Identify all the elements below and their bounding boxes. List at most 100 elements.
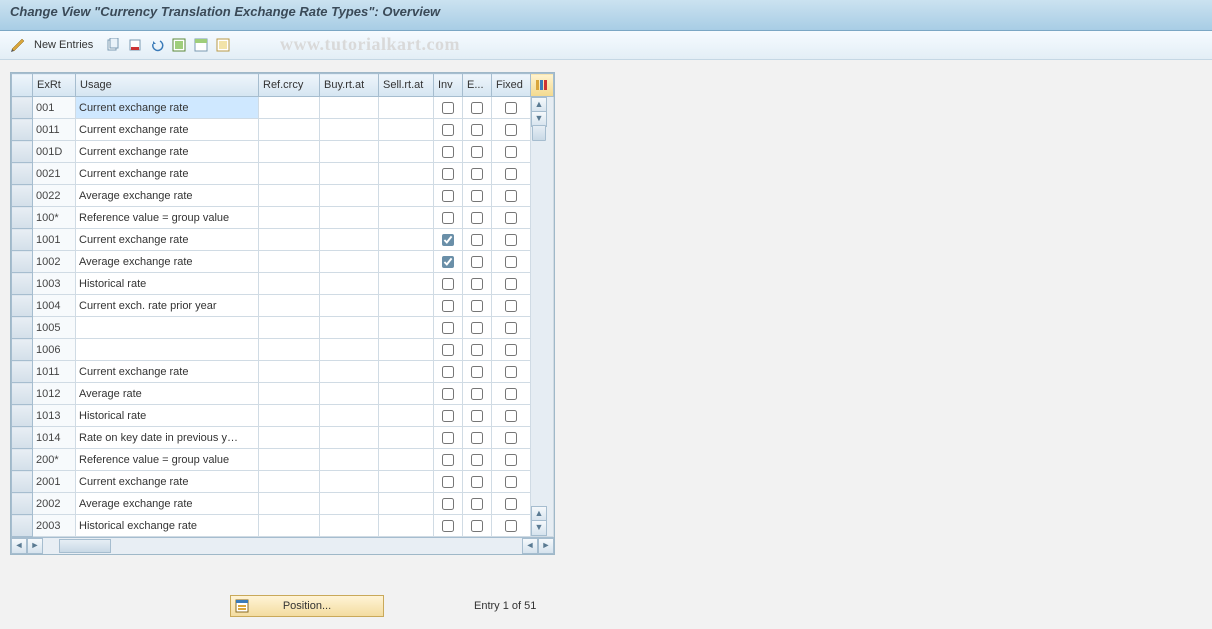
col-header-inv[interactable]: Inv bbox=[434, 74, 463, 97]
cell-exrt[interactable]: 0022 bbox=[33, 185, 76, 207]
table-row[interactable]: 1011Current exchange rate bbox=[12, 361, 554, 383]
checkbox-e[interactable] bbox=[471, 388, 483, 400]
cell-usage[interactable]: Average exchange rate bbox=[76, 251, 259, 273]
checkbox-e[interactable] bbox=[471, 168, 483, 180]
row-selector[interactable] bbox=[12, 97, 33, 119]
cell-refcrcy[interactable] bbox=[259, 383, 320, 405]
vscroll-thumb[interactable] bbox=[532, 125, 546, 141]
table-row[interactable]: 1012Average rate bbox=[12, 383, 554, 405]
cell-exrt[interactable]: 1012 bbox=[33, 383, 76, 405]
checkbox-inv[interactable] bbox=[442, 410, 454, 422]
table-row[interactable]: 1005 bbox=[12, 317, 554, 339]
cell-sell[interactable] bbox=[379, 493, 434, 515]
col-header-refcrcy[interactable]: Ref.crcy bbox=[259, 74, 320, 97]
checkbox-e[interactable] bbox=[471, 278, 483, 290]
table-row[interactable]: 001Current exchange rate▲▼▲▼ bbox=[12, 97, 554, 119]
checkbox-e[interactable] bbox=[471, 322, 483, 334]
row-selector[interactable] bbox=[12, 273, 33, 295]
row-selector[interactable] bbox=[12, 471, 33, 493]
checkbox-inv[interactable] bbox=[442, 344, 454, 356]
cell-sell[interactable] bbox=[379, 229, 434, 251]
checkbox-fixed[interactable] bbox=[505, 520, 517, 532]
checkbox-fixed[interactable] bbox=[505, 190, 517, 202]
cell-refcrcy[interactable] bbox=[259, 229, 320, 251]
checkbox-inv[interactable] bbox=[442, 432, 454, 444]
cell-sell[interactable] bbox=[379, 251, 434, 273]
cell-buy[interactable] bbox=[320, 97, 379, 119]
checkbox-fixed[interactable] bbox=[505, 146, 517, 158]
cell-buy[interactable] bbox=[320, 449, 379, 471]
checkbox-fixed[interactable] bbox=[505, 124, 517, 136]
row-selector[interactable] bbox=[12, 251, 33, 273]
checkbox-inv[interactable] bbox=[442, 212, 454, 224]
table-row[interactable]: 1002Average exchange rate bbox=[12, 251, 554, 273]
checkbox-e[interactable] bbox=[471, 410, 483, 422]
checkbox-inv[interactable] bbox=[442, 278, 454, 290]
cell-buy[interactable] bbox=[320, 361, 379, 383]
checkbox-inv[interactable] bbox=[442, 476, 454, 488]
cell-sell[interactable] bbox=[379, 163, 434, 185]
cell-refcrcy[interactable] bbox=[259, 427, 320, 449]
cell-sell[interactable] bbox=[379, 273, 434, 295]
cell-buy[interactable] bbox=[320, 141, 379, 163]
cell-sell[interactable] bbox=[379, 97, 434, 119]
cell-sell[interactable] bbox=[379, 339, 434, 361]
checkbox-inv[interactable] bbox=[442, 190, 454, 202]
cell-exrt[interactable]: 1001 bbox=[33, 229, 76, 251]
table-row[interactable]: 1014Rate on key date in previous y… bbox=[12, 427, 554, 449]
toggle-display-change-icon[interactable] bbox=[8, 35, 28, 55]
cell-exrt[interactable]: 1011 bbox=[33, 361, 76, 383]
cell-refcrcy[interactable] bbox=[259, 317, 320, 339]
row-selector[interactable] bbox=[12, 405, 33, 427]
checkbox-inv[interactable] bbox=[442, 498, 454, 510]
cell-refcrcy[interactable] bbox=[259, 493, 320, 515]
row-selector[interactable] bbox=[12, 493, 33, 515]
cell-exrt[interactable]: 100* bbox=[33, 207, 76, 229]
hscroll-left2-icon[interactable]: ◄ bbox=[522, 538, 538, 554]
cell-usage[interactable]: Historical rate bbox=[76, 405, 259, 427]
cell-exrt[interactable]: 2002 bbox=[33, 493, 76, 515]
cell-usage[interactable]: Current exchange rate bbox=[76, 471, 259, 493]
cell-refcrcy[interactable] bbox=[259, 185, 320, 207]
row-selector[interactable] bbox=[12, 295, 33, 317]
cell-refcrcy[interactable] bbox=[259, 97, 320, 119]
checkbox-e[interactable] bbox=[471, 476, 483, 488]
position-button[interactable]: Position... bbox=[230, 595, 384, 617]
cell-usage[interactable]: Current exchange rate bbox=[76, 141, 259, 163]
table-row[interactable]: 0021Current exchange rate bbox=[12, 163, 554, 185]
checkbox-inv[interactable] bbox=[442, 322, 454, 334]
checkbox-e[interactable] bbox=[471, 124, 483, 136]
cell-sell[interactable] bbox=[379, 405, 434, 427]
row-selector[interactable] bbox=[12, 141, 33, 163]
checkbox-fixed[interactable] bbox=[505, 256, 517, 268]
cell-refcrcy[interactable] bbox=[259, 273, 320, 295]
cell-sell[interactable] bbox=[379, 185, 434, 207]
row-selector[interactable] bbox=[12, 383, 33, 405]
row-selector[interactable] bbox=[12, 207, 33, 229]
table-row[interactable]: 1006 bbox=[12, 339, 554, 361]
col-header-exrt[interactable]: ExRt bbox=[33, 74, 76, 97]
cell-refcrcy[interactable] bbox=[259, 295, 320, 317]
checkbox-e[interactable] bbox=[471, 498, 483, 510]
checkbox-inv[interactable] bbox=[442, 300, 454, 312]
table-row[interactable]: 0011Current exchange rate bbox=[12, 119, 554, 141]
checkbox-fixed[interactable] bbox=[505, 212, 517, 224]
checkbox-fixed[interactable] bbox=[505, 454, 517, 466]
cell-refcrcy[interactable] bbox=[259, 251, 320, 273]
deselect-all-icon[interactable] bbox=[213, 35, 233, 55]
checkbox-e[interactable] bbox=[471, 520, 483, 532]
checkbox-e[interactable] bbox=[471, 102, 483, 114]
checkbox-fixed[interactable] bbox=[505, 322, 517, 334]
checkbox-fixed[interactable] bbox=[505, 498, 517, 510]
checkbox-fixed[interactable] bbox=[505, 168, 517, 180]
cell-sell[interactable] bbox=[379, 449, 434, 471]
cell-buy[interactable] bbox=[320, 405, 379, 427]
cell-exrt[interactable]: 2003 bbox=[33, 515, 76, 537]
col-header-usage[interactable]: Usage bbox=[76, 74, 259, 97]
cell-buy[interactable] bbox=[320, 295, 379, 317]
cell-usage[interactable] bbox=[76, 317, 259, 339]
checkbox-inv[interactable] bbox=[442, 124, 454, 136]
hscroll-right-icon[interactable]: ► bbox=[27, 538, 43, 554]
vscroll-down2-icon[interactable]: ▼ bbox=[531, 520, 547, 536]
cell-buy[interactable] bbox=[320, 163, 379, 185]
